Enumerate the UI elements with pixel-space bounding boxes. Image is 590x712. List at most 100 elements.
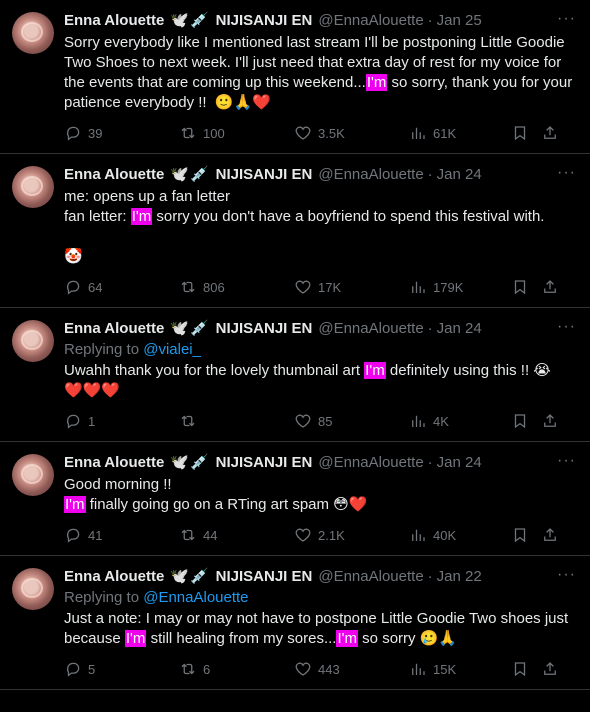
user-handle[interactable]: @EnnaAlouette [318, 12, 423, 29]
heart-icon [295, 280, 311, 294]
display-name[interactable]: Enna Alouette [64, 12, 164, 29]
affiliation-label: NIJISANJI EN [215, 165, 313, 183]
tweet-date[interactable]: Jan 24 [437, 166, 482, 183]
tweet-date[interactable]: Jan 25 [437, 12, 482, 29]
more-icon[interactable]: ··· [557, 164, 576, 182]
more-icon[interactable]: ··· [557, 452, 576, 470]
display-name[interactable]: Enna Alouette [64, 568, 164, 585]
views-button[interactable]: 40K [409, 526, 511, 544]
search-highlight: I'm [336, 630, 359, 647]
reply-button[interactable]: 64 [64, 278, 179, 296]
tweet-text-line [64, 227, 578, 247]
replying-to: Replying to @EnnaAlouette [64, 589, 578, 606]
like-count: 443 [318, 661, 340, 677]
bookmark-button[interactable] [511, 124, 541, 142]
avatar[interactable] [12, 454, 54, 496]
tweet-text-line: 🤡 [64, 247, 578, 267]
retweet-button[interactable] [179, 412, 294, 430]
more-icon[interactable]: ··· [557, 566, 576, 584]
name-badges: 🕊️💉 [170, 567, 210, 585]
share-icon [544, 414, 556, 427]
text-segment: ❤️❤️❤️ [64, 382, 121, 399]
more-icon[interactable]: ··· [557, 318, 576, 336]
reply-button[interactable]: 1 [64, 412, 179, 430]
avatar[interactable] [12, 568, 54, 610]
tweet[interactable]: Enna Alouette 🕊️💉 NIJISANJI EN @EnnaAlou… [0, 0, 590, 154]
tweet[interactable]: Enna Alouette 🕊️💉 NIJISANJI EN @EnnaAlou… [0, 442, 590, 556]
tweet-text: me: opens up a fan letter fan letter: I'm… [64, 187, 578, 267]
like-button[interactable]: 2.1K [294, 526, 409, 544]
heart-icon [295, 662, 311, 676]
tweet-date[interactable]: Jan 24 [437, 320, 482, 337]
user-handle[interactable]: @EnnaAlouette [318, 166, 423, 183]
display-name[interactable]: Enna Alouette [64, 454, 164, 471]
reply-icon [66, 662, 80, 677]
search-highlight: I'm [364, 362, 386, 379]
reply-button[interactable]: 5 [64, 660, 179, 678]
views-button[interactable]: 4K [409, 412, 511, 430]
bookmark-icon [514, 662, 526, 677]
share-button[interactable] [541, 278, 561, 296]
tweet-text-line: me: opens up a fan letter [64, 187, 578, 207]
retweet-button[interactable]: 100 [179, 124, 294, 142]
display-name[interactable]: Enna Alouette [64, 320, 164, 337]
retweet-button[interactable]: 806 [179, 278, 294, 296]
separator-dot: · [427, 567, 433, 585]
reply-count: 39 [88, 125, 103, 141]
text-segment: Good morning !! [64, 476, 172, 493]
retweet-count: 44 [203, 527, 218, 543]
retweet-button[interactable]: 44 [179, 526, 294, 544]
avatar[interactable] [12, 12, 54, 54]
avatar[interactable] [12, 166, 54, 208]
text-segment [64, 228, 68, 245]
retweet-icon [181, 127, 195, 139]
user-handle[interactable]: @EnnaAlouette [318, 568, 423, 585]
replying-to-handle[interactable]: @EnnaAlouette [143, 589, 248, 606]
reply-count: 64 [88, 279, 103, 295]
like-button[interactable]: 3.5K [294, 124, 409, 142]
bookmark-button[interactable] [511, 526, 541, 544]
tweet[interactable]: Enna Alouette 🕊️💉 NIJISANJI EN @EnnaAlou… [0, 308, 590, 442]
share-button[interactable] [541, 660, 561, 678]
replying-to-label: Replying to [64, 589, 144, 606]
tweet[interactable]: Enna Alouette 🕊️💉 NIJISANJI EN @EnnaAlou… [0, 556, 590, 690]
share-button[interactable] [541, 526, 561, 544]
bookmark-button[interactable] [511, 278, 541, 296]
text-segment: me: opens up a fan letter [64, 188, 230, 205]
like-button[interactable]: 443 [294, 660, 409, 678]
like-button[interactable]: 17K [294, 278, 409, 296]
views-button[interactable]: 15K [409, 660, 511, 678]
share-button[interactable] [541, 124, 561, 142]
text-segment: finally going go on a RTing art spam 😳❤️ [85, 496, 368, 513]
views-icon [412, 415, 425, 427]
views-button[interactable]: 179K [409, 278, 511, 296]
reply-count: 5 [88, 661, 96, 677]
reply-button[interactable]: 39 [64, 124, 179, 142]
views-icon [412, 281, 425, 293]
tweet-text-line: fan letter: I'm sorry you don't have a b… [64, 207, 578, 227]
heart-icon [295, 126, 311, 140]
tweet-date[interactable]: Jan 22 [437, 568, 482, 585]
tweet-date[interactable]: Jan 24 [437, 454, 482, 471]
tweet-header: Enna Alouette 🕊️💉 NIJISANJI EN @EnnaAlou… [64, 442, 578, 472]
avatar[interactable] [12, 320, 54, 362]
like-button[interactable]: 85 [294, 412, 409, 430]
retweet-button[interactable]: 6 [179, 660, 294, 678]
user-handle[interactable]: @EnnaAlouette [318, 454, 423, 471]
user-handle[interactable]: @EnnaAlouette [318, 320, 423, 337]
more-icon[interactable]: ··· [557, 10, 576, 28]
name-badges: 🕊️💉 [170, 319, 210, 337]
replying-to-label: Replying to [64, 341, 144, 358]
views-icon [412, 127, 425, 139]
bookmark-button[interactable] [511, 412, 541, 430]
tweet[interactable]: Enna Alouette 🕊️💉 NIJISANJI EN @EnnaAlou… [0, 154, 590, 308]
share-button[interactable] [541, 412, 561, 430]
bookmark-button[interactable] [511, 660, 541, 678]
separator-dot: · [427, 319, 433, 337]
bookmark-icon [514, 414, 526, 429]
reply-button[interactable]: 41 [64, 526, 179, 544]
replying-to-handle[interactable]: @vialei_ [143, 341, 201, 358]
display-name[interactable]: Enna Alouette [64, 166, 164, 183]
views-button[interactable]: 61K [409, 124, 511, 142]
tweet-text: Uwahh thank you for the lovely thumbnail… [64, 361, 578, 401]
